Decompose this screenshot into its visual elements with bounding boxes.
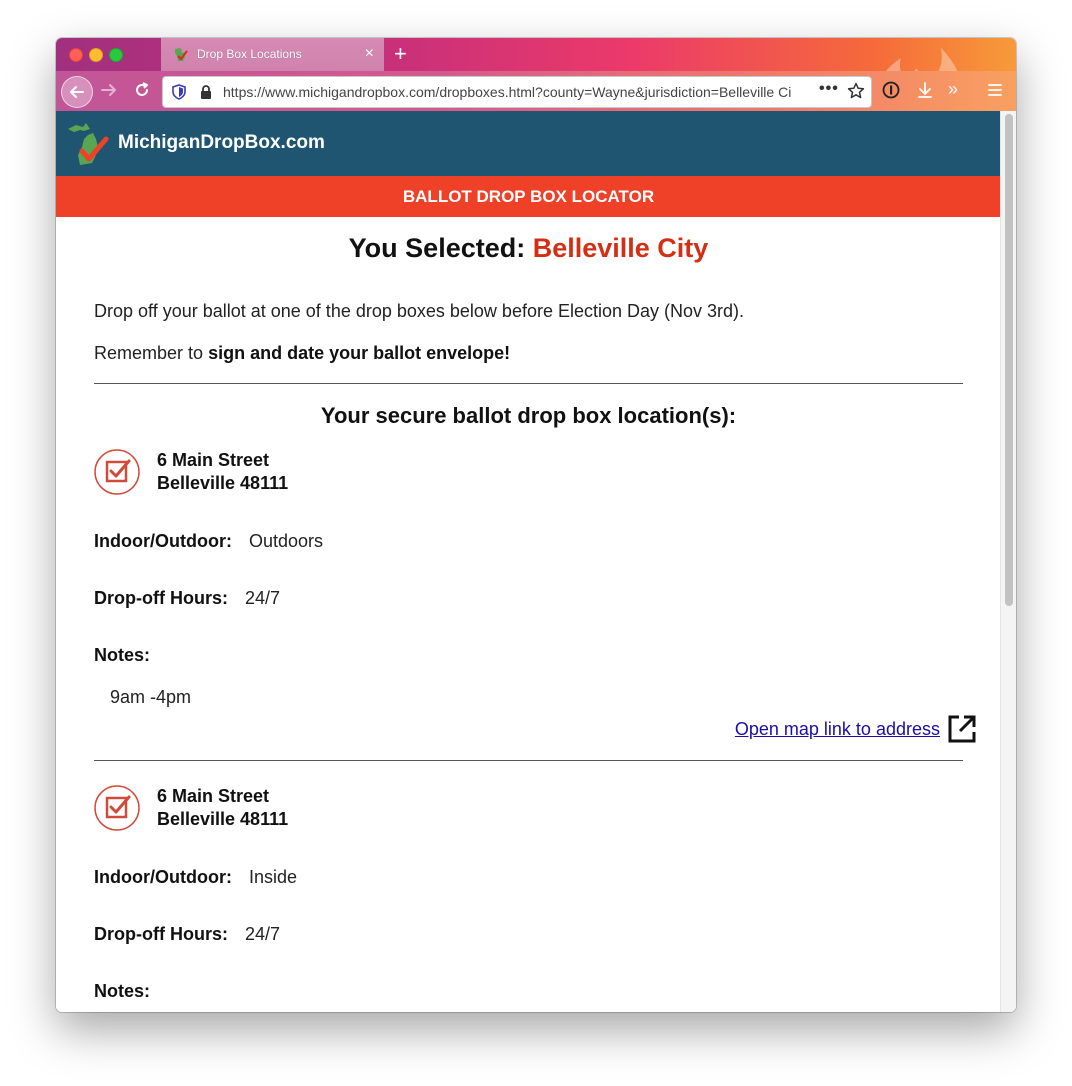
divider xyxy=(94,760,963,761)
selected-place: Belleville City xyxy=(532,233,709,263)
tab-close-icon[interactable]: × xyxy=(365,45,374,63)
hours-label: Drop-off Hours: xyxy=(94,588,228,608)
locations-title: Your secure ballot drop box location(s): xyxy=(320,403,737,428)
intro-text: Drop off your ballot at one of the drop … xyxy=(94,301,745,321)
location-street: 6 Main Street xyxy=(157,450,270,470)
password-manager-icon[interactable] xyxy=(882,81,900,99)
reload-icon[interactable] xyxy=(132,80,152,100)
external-link-icon[interactable] xyxy=(946,713,978,745)
minimize-window-button[interactable] xyxy=(89,48,103,62)
indoor-outdoor-label: Indoor/Outdoor: xyxy=(94,867,232,887)
page-banner: BALLOT DROP BOX LOCATOR xyxy=(56,176,1001,217)
url-text[interactable]: https://www.michigandropbox.com/dropboxe… xyxy=(223,84,813,100)
hours-value: 24/7 xyxy=(245,924,281,944)
scrollbar-thumb[interactable] xyxy=(1005,114,1013,606)
tracking-protection-shield-icon[interactable] xyxy=(171,84,187,100)
indoor-outdoor-label: Indoor/Outdoor: xyxy=(94,531,232,551)
hours-field: Drop-off Hours: 24/7 xyxy=(94,924,280,945)
location-street: 6 Main Street xyxy=(157,786,270,806)
divider xyxy=(94,383,963,384)
forward-arrow-icon[interactable] xyxy=(99,80,119,100)
reminder-emphasis: sign and date your ballot envelope! xyxy=(208,343,511,363)
hours-label: Drop-off Hours: xyxy=(94,924,228,944)
tab-bar: Drop Box Locations × + xyxy=(56,38,1016,118)
location-address: 6 Main Street Belleville 48111 xyxy=(157,449,288,495)
selected-prefix: You Selected: xyxy=(348,233,526,263)
indoor-outdoor-value: Inside xyxy=(248,867,298,887)
lock-icon[interactable] xyxy=(199,84,213,100)
notes-field: Notes: xyxy=(94,645,162,666)
address-bar[interactable]: https://www.michigandropbox.com/dropboxe… xyxy=(162,76,872,108)
page-viewport: MichiganDropBox.com BALLOT DROP BOX LOCA… xyxy=(56,111,1016,1012)
open-map-link[interactable]: Open map link to address xyxy=(735,719,940,740)
tab-title: Drop Box Locations xyxy=(197,47,302,61)
selected-jurisdiction-heading: You Selected: Belleville City xyxy=(56,233,1001,264)
back-arrow-icon xyxy=(70,86,84,98)
download-icon[interactable] xyxy=(916,81,934,99)
reminder-prefix: Remember to xyxy=(94,343,204,363)
indoor-outdoor-value: Outdoors xyxy=(248,531,324,551)
overflow-menu-icon[interactable]: » xyxy=(948,79,958,100)
indoor-outdoor-field: Indoor/Outdoor: Inside xyxy=(94,867,297,888)
page-actions-menu-icon[interactable]: ••• xyxy=(819,80,839,98)
checkbox-checked-icon xyxy=(94,785,140,831)
tab-drop-box-locations[interactable]: Drop Box Locations × xyxy=(161,38,384,71)
close-window-button[interactable] xyxy=(69,48,83,62)
navigation-bar: https://www.michigandropbox.com/dropboxe… xyxy=(56,71,1016,111)
michigan-favicon-icon xyxy=(175,48,188,61)
zoom-window-button[interactable] xyxy=(109,48,123,62)
notes-value: 9am -4pm xyxy=(110,687,192,707)
notes-label: Notes: xyxy=(94,981,151,1001)
michigan-check-logo-icon[interactable] xyxy=(66,121,112,167)
browser-window: Drop Box Locations × + https://www.michi… xyxy=(56,38,1016,1012)
map-link-row: Open map link to address xyxy=(735,713,978,745)
bookmark-star-icon[interactable] xyxy=(847,82,865,100)
scrollbar[interactable] xyxy=(1000,111,1016,1012)
location-city: Belleville 48111 xyxy=(157,809,289,829)
notes-label: Notes: xyxy=(94,645,151,665)
hours-field: Drop-off Hours: 24/7 xyxy=(94,588,280,609)
back-button[interactable] xyxy=(61,76,93,108)
location-address: 6 Main Street Belleville 48111 xyxy=(157,785,288,831)
new-tab-button[interactable]: + xyxy=(394,42,407,66)
location-city: Belleville 48111 xyxy=(157,473,289,493)
site-name[interactable]: MichiganDropBox.com xyxy=(118,132,325,154)
notes-field: Notes: xyxy=(94,981,162,1002)
checkbox-checked-icon xyxy=(94,449,140,495)
hours-value: 24/7 xyxy=(245,588,281,608)
site-header: MichiganDropBox.com xyxy=(56,111,1001,176)
indoor-outdoor-field: Indoor/Outdoor: Outdoors xyxy=(94,531,323,552)
reminder-text: Remember to sign and date your ballot en… xyxy=(94,343,510,364)
hamburger-menu-icon[interactable] xyxy=(986,81,1004,99)
